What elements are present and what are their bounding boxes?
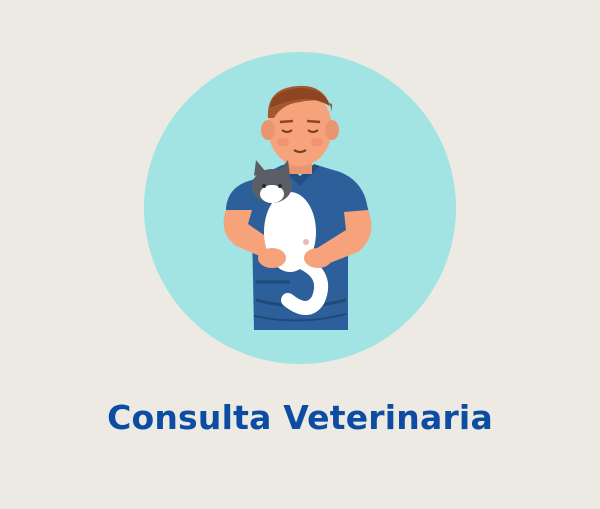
- service-title: Consulta Veterinaria: [107, 398, 493, 437]
- veterinarian-holding-cat-icon: [144, 52, 456, 364]
- service-card-consulta-veterinaria[interactable]: Consulta Veterinaria: [0, 0, 600, 509]
